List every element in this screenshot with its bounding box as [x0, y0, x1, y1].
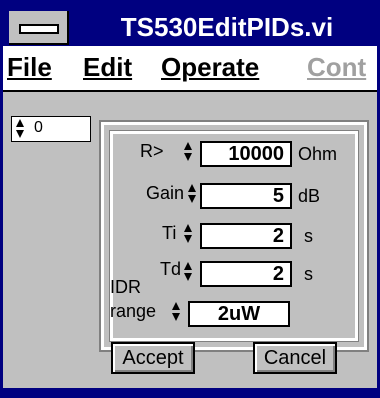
ti-unit: s [304, 226, 313, 246]
spin-up-icon[interactable] [172, 302, 180, 310]
front-panel: 0 R> 10000 Ohm Gain 5 dB Ti 2 s Td 2 s I… [3, 92, 377, 388]
title-bar[interactable]: TS530EditPIDs.vi [3, 3, 377, 45]
menu-file[interactable]: File [7, 52, 52, 83]
cancel-button[interactable]: Cancel [253, 342, 337, 374]
gain-label: Gain [146, 183, 185, 203]
td-spinner-icon[interactable] [184, 261, 194, 283]
accept-button[interactable]: Accept [111, 342, 195, 374]
gain-input[interactable]: 5 [200, 183, 292, 209]
idr-spinner-icon[interactable] [172, 301, 182, 323]
system-menu-button[interactable] [9, 11, 69, 45]
spin-down-icon[interactable] [188, 195, 196, 203]
idr-range-ring[interactable]: 2uW [188, 301, 290, 327]
r-spinner-icon[interactable] [184, 141, 194, 163]
pid-cluster: R> 10000 Ohm Gain 5 dB Ti 2 s Td 2 s IDR… [99, 120, 369, 352]
spin-up-icon[interactable] [16, 119, 24, 127]
td-label: Td [160, 259, 182, 279]
spin-down-icon[interactable] [184, 235, 192, 243]
r-unit: Ohm [298, 144, 338, 164]
spin-up-icon[interactable] [184, 142, 192, 150]
menu-file-label: File [7, 52, 52, 82]
menu-edit[interactable]: Edit [83, 52, 132, 83]
td-unit: s [304, 264, 313, 284]
window-bottom-border [3, 388, 377, 398]
spin-down-icon[interactable] [184, 153, 192, 161]
menu-bar: File Edit Operate Cont [3, 46, 377, 92]
vi-window: TS530EditPIDs.vi File Edit Operate Cont … [0, 0, 380, 398]
ti-spinner-icon[interactable] [184, 223, 194, 245]
r-input[interactable]: 10000 [200, 141, 292, 167]
menu-operate[interactable]: Operate [161, 52, 259, 83]
ti-input[interactable]: 2 [200, 223, 292, 249]
spin-down-icon[interactable] [184, 273, 192, 281]
spin-down-icon[interactable] [16, 130, 24, 138]
idr-label-line2: range [110, 301, 157, 321]
gain-spinner-icon[interactable] [188, 183, 198, 205]
spin-down-icon[interactable] [172, 313, 180, 321]
spin-up-icon[interactable] [184, 262, 192, 270]
menu-controls[interactable]: Cont [307, 52, 366, 83]
r-label: R> [140, 141, 164, 161]
menu-edit-label: Edit [83, 52, 133, 82]
menu-controls-label: Cont [307, 52, 367, 82]
index-spinner-icon[interactable] [16, 118, 26, 140]
menu-operate-label: Operate [161, 52, 260, 82]
system-menu-icon [19, 24, 59, 34]
array-index-value: 0 [34, 119, 43, 136]
td-input[interactable]: 2 [200, 261, 292, 287]
idr-label-line1: IDR [110, 277, 141, 297]
array-index-control[interactable]: 0 [11, 116, 91, 142]
window-title: TS530EditPIDs.vi [77, 9, 377, 45]
spin-up-icon[interactable] [188, 184, 196, 192]
spin-up-icon[interactable] [184, 224, 192, 232]
ti-label: Ti [162, 223, 177, 243]
gain-unit: dB [298, 186, 321, 206]
